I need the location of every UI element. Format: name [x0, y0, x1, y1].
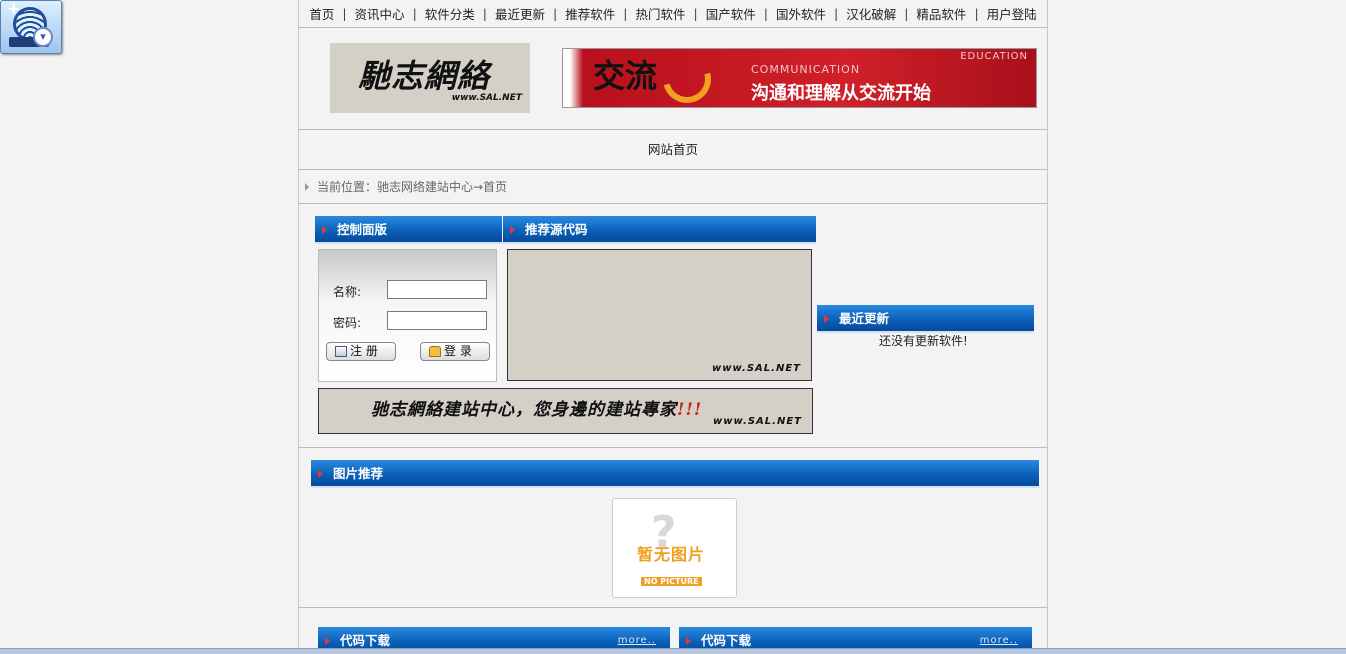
arrow-icon: [322, 226, 327, 234]
page-container: 首页 | 资讯中心 | 软件分类 | 最近更新 | 推荐软件 | 热门软件 | 国产软件 | …: [298, 0, 1048, 654]
slogan-url: www.SAL.NET: [712, 416, 802, 427]
name-label: 名称:: [333, 285, 362, 299]
latest-updates-header: 最近更新: [817, 305, 1034, 333]
banner-glyph: 交流: [593, 57, 658, 95]
arrow-icon: [686, 637, 691, 645]
breadcrumb-text: 当前位置：驰志网络建站中心→首页: [317, 180, 508, 194]
code-download-title-left: 代码下载: [340, 633, 391, 648]
slogan-text-wrap: 驰志網絡建站中心，您身邊的建站專家!!!: [371, 395, 702, 420]
top-nav: 首页 | 资讯中心 | 软件分类 | 最近更新 | 推荐软件 | 热门软件 | 国产软件 | …: [299, 0, 1047, 28]
register-icon: [335, 346, 347, 357]
nav-domestic[interactable]: 国产软件: [698, 4, 764, 23]
password-label: 密码:: [333, 316, 362, 330]
breadcrumb: 当前位置：驰志网络建站中心→首页: [299, 170, 1047, 204]
nav-news[interactable]: 资讯中心: [347, 4, 413, 23]
lock-icon: [429, 346, 441, 357]
home-link[interactable]: 网站首页: [648, 142, 698, 157]
nav-recent[interactable]: 最近更新: [487, 4, 553, 23]
nav-cracked[interactable]: 汉化破解: [838, 4, 904, 23]
banner-education: EDUCATION: [960, 51, 1028, 62]
password-input[interactable]: [387, 311, 487, 330]
nav-home[interactable]: 首页: [301, 4, 342, 23]
no-picture-cn: 暂无图片: [637, 545, 706, 564]
logo-name: 馳志網絡: [358, 57, 491, 95]
slogan-exclaim: !!!: [677, 400, 703, 420]
arrow-icon: [325, 637, 330, 645]
swoosh-graphic: [654, 49, 720, 107]
control-panel-header: 控制面版: [315, 216, 502, 244]
slogan-banner[interactable]: 驰志網絡建站中心，您身邊的建站專家!!! www.SAL.NET: [318, 388, 813, 434]
communication-banner-ad[interactable]: 交流 EDUCATION COMMUNICATION 沟通和理解从交流开始: [562, 48, 1037, 108]
breadcrumb-arrow-icon: [305, 183, 309, 191]
register-label: 注 册: [350, 344, 378, 358]
login-button[interactable]: 登 录: [420, 342, 490, 361]
floating-fingerprint-widget[interactable]: + ▾: [0, 0, 62, 54]
section-divider: [299, 607, 1047, 608]
no-picture-en: NO PICTURE: [641, 577, 702, 586]
no-picture-placeholder[interactable]: ? 暂无图片 NO PICTURE: [612, 498, 737, 598]
home-link-row: 网站首页: [299, 130, 1047, 170]
banner-english: COMMUNICATION: [751, 63, 861, 76]
banner-slogan: 沟通和理解从交流开始: [751, 83, 931, 104]
banner-row: 馳志網絡 www.SAL.NET 交流 EDUCATION COMMUNICAT…: [299, 28, 1047, 130]
slogan-text: 驰志網絡建站中心，您身邊的建站專家: [371, 400, 677, 420]
taskbar[interactable]: [0, 648, 1346, 654]
arrow-icon: [824, 315, 829, 323]
login-label: 登 录: [444, 344, 472, 358]
recommended-code-box[interactable]: www.SAL.NET: [507, 249, 812, 381]
site-logo[interactable]: 馳志網絡 www.SAL.NET: [330, 43, 530, 113]
arrow-icon: [510, 226, 515, 234]
source-code-header: 推荐源代码: [503, 216, 816, 244]
nav-foreign[interactable]: 国外软件: [768, 4, 834, 23]
control-panel-title: 控制面版: [337, 222, 388, 237]
logo-url: www.SAL.NET: [451, 93, 522, 103]
arrow-icon: [318, 470, 323, 478]
section-divider: [299, 447, 1047, 448]
pictures-title: 图片推荐: [333, 466, 384, 481]
nav-categories[interactable]: 软件分类: [417, 4, 483, 23]
chevron-down-icon[interactable]: ▾: [33, 27, 53, 47]
code-download-title-right: 代码下载: [701, 633, 752, 648]
name-input[interactable]: [387, 280, 487, 299]
latest-updates-title: 最近更新: [839, 311, 890, 326]
nav-recommended[interactable]: 推荐软件: [557, 4, 623, 23]
source-code-title: 推荐源代码: [525, 222, 588, 237]
code-box-url: www.SAL.NET: [711, 363, 801, 374]
nav-popular[interactable]: 热门软件: [627, 4, 693, 23]
latest-empty-text: 还没有更新软件!: [879, 334, 968, 348]
nav-login[interactable]: 用户登陆: [979, 4, 1045, 23]
register-button[interactable]: 注 册: [326, 342, 396, 361]
pictures-header: 图片推荐: [311, 460, 1039, 488]
login-panel: 名称: 密码: 注 册 登 录: [318, 249, 497, 382]
nav-premium[interactable]: 精品软件: [908, 4, 974, 23]
